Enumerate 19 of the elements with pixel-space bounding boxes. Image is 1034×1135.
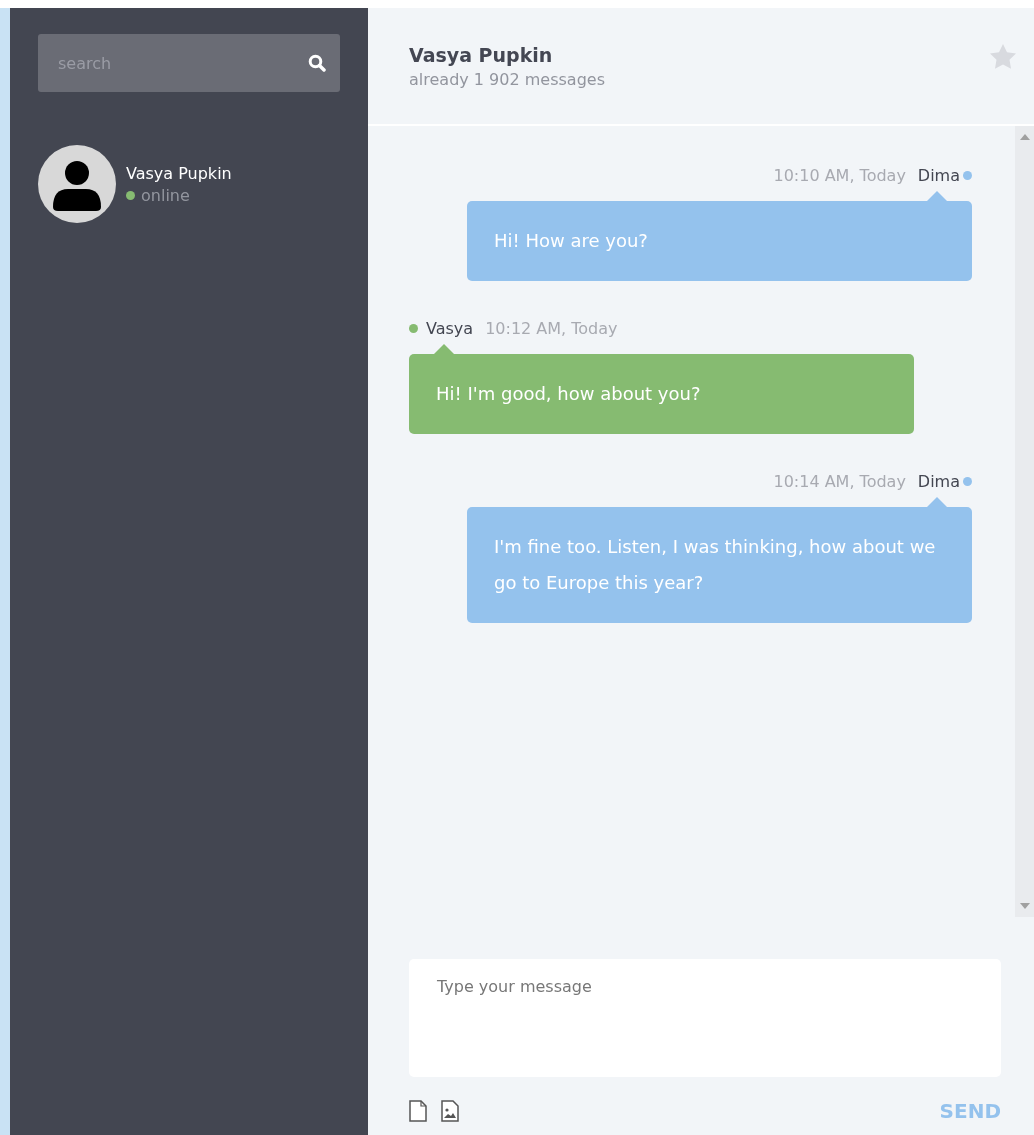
bubble-pointer — [927, 191, 947, 201]
avatar-icon — [38, 145, 116, 223]
bubble-pointer — [927, 497, 947, 507]
image-file-icon[interactable] — [441, 1100, 459, 1122]
message-author: Dima — [917, 472, 960, 491]
contact-status: online — [141, 185, 190, 205]
message-time: 10:14 AM, Today — [773, 472, 906, 491]
chat-title: Vasya Pupkin — [409, 44, 554, 66]
bubble-pointer — [434, 344, 454, 354]
message-time: 10:12 AM, Today — [485, 319, 618, 338]
message-author: Vasya — [426, 319, 474, 338]
message-field[interactable]: Type your message — [409, 959, 1001, 1077]
search-icon[interactable] — [308, 54, 326, 72]
file-icon[interactable] — [409, 1100, 427, 1122]
contact-name[interactable]: Vasya Pupkin — [126, 163, 232, 183]
message-author: Dima — [917, 166, 960, 185]
message-time: 10:10 AM, Today — [773, 166, 906, 185]
star-icon[interactable] — [990, 44, 1016, 69]
message-count: already 1 902 messages — [409, 70, 605, 89]
